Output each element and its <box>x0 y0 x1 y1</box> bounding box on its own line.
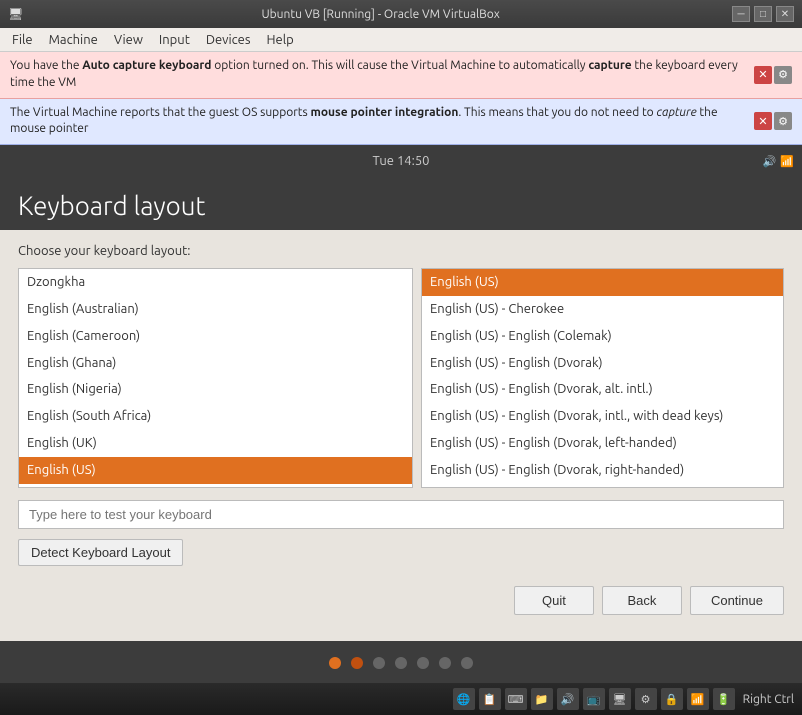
taskbar-audio-icon[interactable]: 🔊 <box>557 688 579 710</box>
minimize-button[interactable]: ─ <box>732 6 750 22</box>
menu-bar: File Machine View Input Devices Help <box>0 28 802 52</box>
quit-button[interactable]: Quit <box>514 586 594 615</box>
menu-file[interactable]: File <box>4 31 41 49</box>
notif-mouse-settings-button[interactable]: ⚙ <box>774 112 792 130</box>
page-title: Keyboard layout <box>18 191 784 220</box>
list-item[interactable]: English (Cameroon) <box>19 323 412 350</box>
vm-status-icons: 🔊 📶 <box>763 155 794 168</box>
list-item[interactable]: English (US) - English (Colemak) <box>422 323 783 350</box>
title-bar: 🖥 Ubuntu VB [Running] - Oracle VM Virtua… <box>0 0 802 28</box>
notif-keyboard-close-button[interactable]: ✕ <box>754 66 772 84</box>
detect-keyboard-layout-button[interactable]: Detect Keyboard Layout <box>18 539 183 566</box>
list-item[interactable]: English (Australian) <box>19 296 412 323</box>
menu-input[interactable]: Input <box>151 31 198 49</box>
progress-dot-5 <box>417 657 429 669</box>
window-title: Ubuntu VB [Running] - Oracle VM VirtualB… <box>29 8 732 21</box>
list-item[interactable]: English (US) - English (Dvorak, right-ha… <box>422 457 783 484</box>
notif-keyboard-settings-button[interactable]: ⚙ <box>774 66 792 84</box>
kb-instruction: Choose your keyboard layout: <box>18 244 784 258</box>
list-item[interactable]: English (US) - Cherokee <box>422 296 783 323</box>
app-icon: 🖥 <box>8 7 23 21</box>
keyboard-test-input[interactable] <box>18 500 784 529</box>
notif-mouse-text: The Virtual Machine reports that the gue… <box>10 105 748 139</box>
back-button[interactable]: Back <box>602 586 682 615</box>
list-item[interactable]: English (UK) <box>19 430 412 457</box>
taskbar-display-icon[interactable]: 📺 <box>583 688 605 710</box>
list-item-selected[interactable]: English (US) <box>19 457 412 484</box>
menu-view[interactable]: View <box>106 31 151 49</box>
notif-mouse-close-button[interactable]: ✕ <box>754 112 772 130</box>
list-item[interactable]: English (US) - English (Macintosh) <box>422 484 783 489</box>
list-item[interactable]: English (US) - English (Dvorak, alt. int… <box>422 376 783 403</box>
list-item[interactable]: Dzongkha <box>19 269 412 296</box>
taskbar-battery-icon[interactable]: 🔋 <box>713 688 735 710</box>
taskbar-security-icon[interactable]: 🔒 <box>661 688 683 710</box>
progress-dots <box>0 641 802 683</box>
menu-machine[interactable]: Machine <box>41 31 106 49</box>
notif-keyboard-text: You have the Auto capture keyboard optio… <box>10 58 748 92</box>
taskbar-network2-icon[interactable]: 📶 <box>687 688 709 710</box>
progress-dot-1 <box>329 657 341 669</box>
list-item[interactable]: Esperanto <box>19 484 412 489</box>
menu-help[interactable]: Help <box>259 31 302 49</box>
list-item[interactable]: English (US) - English (Dvorak) <box>422 350 783 377</box>
kb-layout-left-list[interactable]: Dzongkha English (Australian) English (C… <box>18 268 413 488</box>
taskbar-network-icon[interactable]: 🌐 <box>453 688 475 710</box>
notification-mouse: The Virtual Machine reports that the gue… <box>0 99 802 146</box>
kb-layout-right-list[interactable]: English (US) English (US) - Cherokee Eng… <box>421 268 784 488</box>
list-item[interactable]: English (Ghana) <box>19 350 412 377</box>
progress-dot-6 <box>439 657 451 669</box>
vm-top-strip: Tue 14:50 🔊 📶 <box>0 145 802 177</box>
right-ctrl-label: Right Ctrl <box>743 693 794 706</box>
list-item[interactable]: English (US) - English (Dvorak, intl., w… <box>422 403 783 430</box>
taskbar-settings-icon[interactable]: ⚙ <box>635 688 657 710</box>
kb-page-header: Keyboard layout <box>0 177 802 230</box>
progress-dot-2 <box>351 657 363 669</box>
list-item[interactable]: English (US) - English (Dvorak, left-han… <box>422 430 783 457</box>
list-item[interactable]: English (South Africa) <box>19 403 412 430</box>
taskbar: 🌐 📋 ⌨ 📁 🔊 📺 🖥 ⚙ 🔒 📶 🔋 Right Ctrl <box>0 683 802 715</box>
menu-devices[interactable]: Devices <box>198 31 259 49</box>
close-button[interactable]: ✕ <box>776 6 794 22</box>
progress-dot-4 <box>395 657 407 669</box>
taskbar-clipboard-icon[interactable]: 📋 <box>479 688 501 710</box>
taskbar-storage-icon[interactable]: 📁 <box>531 688 553 710</box>
maximize-button[interactable]: □ <box>754 6 772 22</box>
vm-time: Tue 14:50 <box>373 154 430 168</box>
taskbar-keyboard-icon[interactable]: ⌨ <box>505 688 527 710</box>
continue-button[interactable]: Continue <box>690 586 784 615</box>
notification-keyboard: You have the Auto capture keyboard optio… <box>0 52 802 99</box>
progress-dot-7 <box>461 657 473 669</box>
kb-action-buttons: Quit Back Continue <box>18 586 784 623</box>
progress-dot-3 <box>373 657 385 669</box>
kb-body: Choose your keyboard layout: Dzongkha En… <box>0 230 802 641</box>
list-item[interactable]: English (Nigeria) <box>19 376 412 403</box>
taskbar-usb-icon[interactable]: 🖥 <box>609 688 631 710</box>
list-item-selected-right[interactable]: English (US) <box>422 269 783 296</box>
kb-lists: Dzongkha English (Australian) English (C… <box>18 268 784 488</box>
window-controls: ─ □ ✕ <box>732 6 794 22</box>
